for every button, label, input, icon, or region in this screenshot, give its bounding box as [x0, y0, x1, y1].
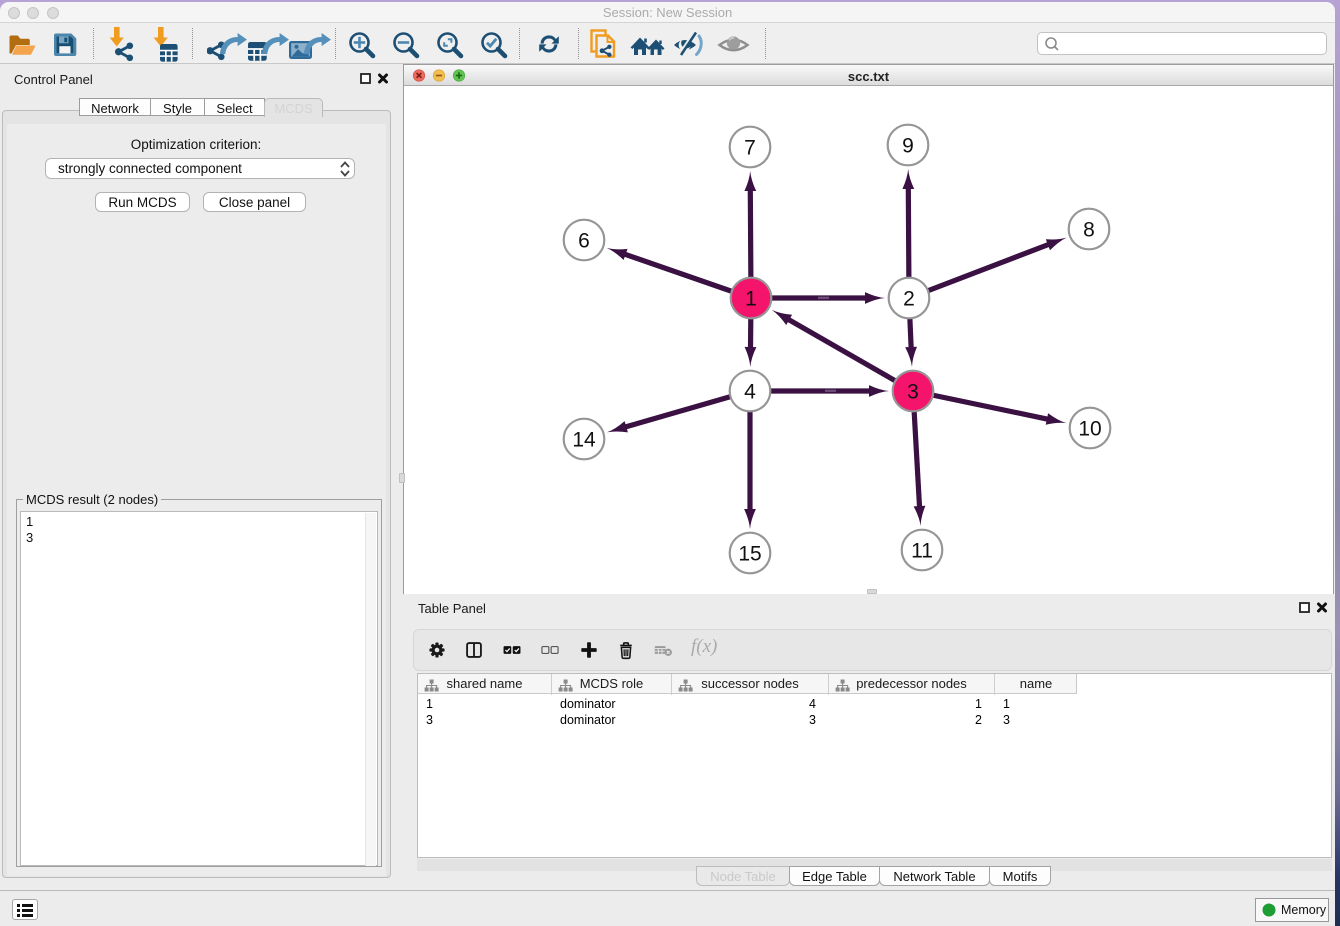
svg-text:9: 9 [902, 135, 914, 158]
svg-text:14: 14 [572, 429, 596, 452]
svg-text:15: 15 [738, 543, 761, 566]
svg-text:2: 2 [903, 288, 915, 311]
svg-text:11: 11 [911, 540, 933, 563]
svg-text:4: 4 [744, 381, 756, 404]
svg-text:3: 3 [907, 381, 919, 404]
svg-text:8: 8 [1083, 219, 1095, 242]
svg-text:7: 7 [744, 137, 756, 160]
svg-text:1: 1 [745, 288, 757, 311]
svg-text:10: 10 [1078, 418, 1101, 441]
svg-text:6: 6 [578, 230, 590, 253]
